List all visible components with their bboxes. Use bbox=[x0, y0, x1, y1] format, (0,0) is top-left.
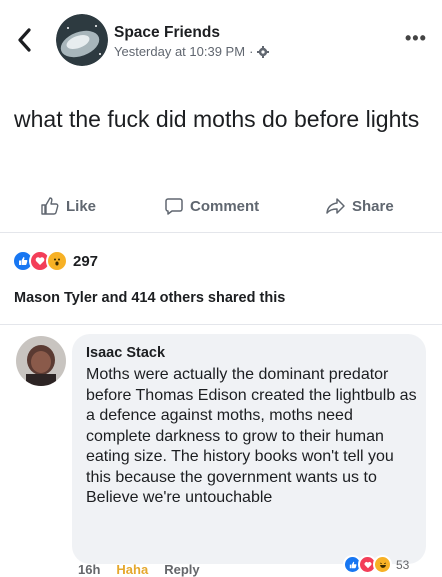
comment-reactions[interactable]: 53 bbox=[343, 555, 409, 574]
speech-bubble-icon bbox=[165, 198, 183, 215]
haha-button[interactable]: Haha bbox=[116, 562, 148, 577]
post-text: what the fuck did moths do before lights bbox=[14, 106, 420, 132]
share-arrow-icon bbox=[326, 198, 345, 214]
post-timestamp[interactable]: Yesterday at 10:39 PM bbox=[114, 44, 245, 59]
comment-footer: 16h Haha Reply bbox=[78, 562, 200, 577]
comment-button[interactable]: Comment bbox=[164, 196, 259, 216]
shares-text[interactable]: Mason Tyler and 414 others shared this bbox=[14, 290, 285, 306]
reactions-summary[interactable]: 297 bbox=[12, 250, 98, 272]
divider bbox=[0, 232, 442, 233]
post-actions-bar: Like Comment Share bbox=[0, 196, 442, 226]
page-profile-image bbox=[56, 14, 108, 66]
share-button[interactable]: Share bbox=[326, 196, 394, 216]
share-label: Share bbox=[352, 197, 394, 215]
comment-time[interactable]: 16h bbox=[78, 562, 100, 577]
wow-reaction-icon bbox=[46, 250, 68, 272]
post-meta: Yesterday at 10:39 PM · bbox=[114, 44, 270, 59]
thumbs-up-icon bbox=[41, 197, 59, 215]
page-name[interactable]: Space Friends bbox=[114, 24, 220, 42]
divider bbox=[0, 324, 442, 325]
reply-button[interactable]: Reply bbox=[164, 562, 199, 577]
haha-reaction-icon bbox=[373, 555, 392, 574]
commenter-profile-image bbox=[16, 336, 66, 386]
reaction-count: 297 bbox=[73, 252, 99, 270]
gear-icon[interactable] bbox=[257, 45, 270, 58]
more-options-icon[interactable]: ••• bbox=[405, 28, 427, 49]
comment-author[interactable]: Isaac Stack bbox=[86, 345, 165, 361]
back-button[interactable] bbox=[14, 26, 36, 54]
page-avatar[interactable] bbox=[56, 14, 108, 66]
comment-text: Moths were actually the dominant predato… bbox=[86, 366, 417, 506]
meta-separator: · bbox=[249, 44, 254, 59]
like-button[interactable]: Like bbox=[40, 196, 96, 216]
commenter-avatar[interactable] bbox=[16, 336, 66, 386]
chevron-left-icon bbox=[18, 28, 31, 52]
comment-reaction-count: 53 bbox=[396, 557, 410, 572]
comment-label: Comment bbox=[190, 197, 260, 215]
like-label: Like bbox=[66, 197, 97, 215]
